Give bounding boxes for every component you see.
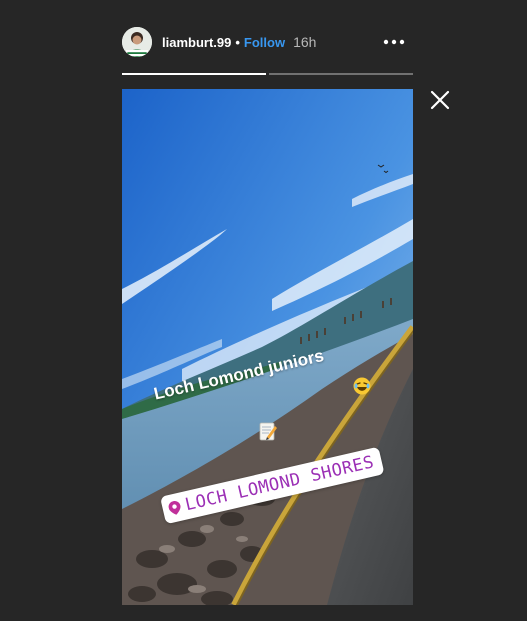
- progress-segment: [122, 73, 266, 75]
- story-media[interactable]: [122, 89, 413, 605]
- location-pin-icon: [168, 500, 181, 515]
- timestamp: 16h: [293, 34, 317, 50]
- username-link[interactable]: liamburt.99: [162, 35, 231, 50]
- laughing-emoji-icon: [353, 377, 371, 395]
- progress-segment: [269, 73, 413, 75]
- progress-segment-fill: [122, 73, 266, 75]
- separator-dot: •: [235, 34, 240, 50]
- close-icon[interactable]: [430, 90, 450, 110]
- story-progress-bar: [122, 73, 413, 75]
- follow-button[interactable]: Follow: [244, 35, 285, 50]
- more-options-icon[interactable]: [383, 34, 405, 50]
- memo-emoji-icon: [259, 421, 277, 441]
- story-header: liamburt.99 • Follow 16h: [122, 27, 413, 57]
- story-viewer: liamburt.99 • Follow 16h Loch Lomond jun…: [0, 0, 527, 621]
- avatar-image: [122, 27, 152, 57]
- user-avatar[interactable]: [122, 27, 152, 57]
- story-photo: [122, 89, 413, 605]
